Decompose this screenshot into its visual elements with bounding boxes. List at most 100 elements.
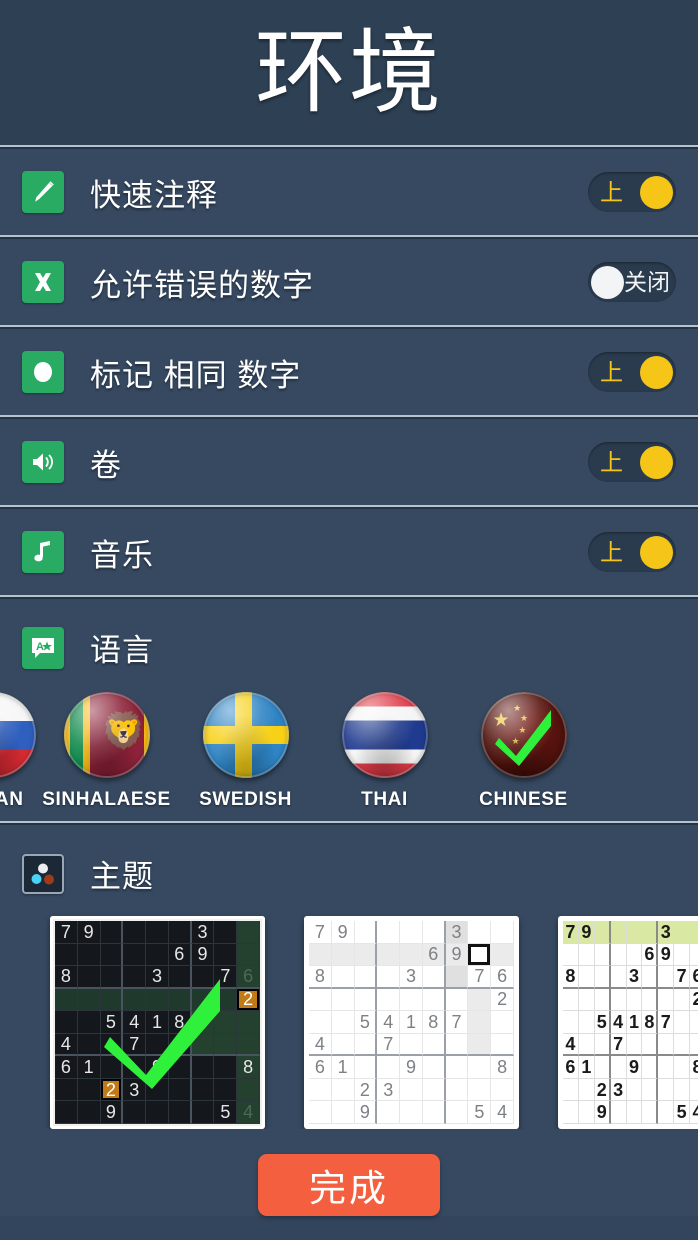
board-cell bbox=[594, 1033, 611, 1057]
board-cell bbox=[77, 943, 101, 967]
board-cell bbox=[594, 988, 611, 1012]
board-cell bbox=[642, 1101, 659, 1124]
toggle-knob[interactable] bbox=[640, 535, 673, 569]
board-cell bbox=[168, 1056, 192, 1079]
board-cell bbox=[214, 943, 238, 967]
theme-option-light[interactable]: 79369837625418747619823954 bbox=[304, 916, 519, 1129]
setting-row-mark-same-numbers[interactable]: 标记 相同 数字 上 bbox=[0, 329, 698, 415]
thai-flag-icon bbox=[341, 692, 428, 778]
toggle-knob[interactable] bbox=[591, 265, 624, 299]
toggle-quick-notes[interactable]: 上 bbox=[588, 172, 676, 212]
board-cell: 9 bbox=[77, 921, 101, 944]
board-cell bbox=[578, 966, 595, 989]
board-cell: 6 bbox=[237, 966, 260, 989]
board-cell bbox=[690, 921, 698, 944]
board-cell: 7 bbox=[123, 1033, 147, 1057]
board-cell bbox=[100, 966, 124, 989]
board-cell bbox=[55, 1101, 78, 1124]
board-cell bbox=[642, 921, 659, 944]
board-cell bbox=[626, 943, 643, 967]
toggle-mark-same-numbers[interactable]: 上 bbox=[588, 352, 676, 392]
setting-row-allow-wrong-numbers[interactable]: 允许错误的数字 关闭 bbox=[0, 239, 698, 325]
board-cell: 9 bbox=[191, 943, 215, 967]
board-cell bbox=[658, 1078, 675, 1102]
board-cell bbox=[468, 1033, 492, 1057]
board-cell bbox=[77, 966, 101, 989]
board-cell bbox=[100, 988, 124, 1012]
board-cell: 2 bbox=[237, 988, 260, 1012]
board-cell bbox=[445, 1033, 469, 1057]
board-cell bbox=[563, 1078, 579, 1102]
board-cell bbox=[191, 1101, 215, 1124]
board-cell bbox=[309, 943, 332, 967]
board-cell bbox=[422, 988, 446, 1012]
board-cell bbox=[594, 966, 611, 989]
board-cell bbox=[626, 1078, 643, 1102]
theme-list[interactable]: 79369837625418747619823954 7936983762541… bbox=[0, 902, 698, 1129]
board-cell: 3 bbox=[146, 966, 169, 989]
board-cell: 1 bbox=[146, 1011, 169, 1034]
board-cell bbox=[578, 988, 595, 1012]
board-cell bbox=[422, 1078, 446, 1102]
board-cell: 3 bbox=[191, 921, 215, 944]
board-cell bbox=[674, 1078, 691, 1102]
board-cell: 3 bbox=[445, 921, 469, 944]
board-cell bbox=[422, 1033, 446, 1057]
setting-row-volume[interactable]: 卷 上 bbox=[0, 419, 698, 505]
board-cell bbox=[468, 1011, 492, 1034]
board-cell bbox=[658, 1033, 675, 1057]
board-cell: 3 bbox=[123, 1078, 147, 1102]
board-cell bbox=[563, 1011, 579, 1034]
board-cell: 6 bbox=[309, 1056, 332, 1079]
toggle-volume[interactable]: 上 bbox=[588, 442, 676, 482]
toggle-knob[interactable] bbox=[640, 175, 673, 209]
language-item-thai[interactable]: THAI bbox=[315, 692, 454, 811]
board-cell bbox=[563, 943, 579, 967]
board-cell bbox=[123, 943, 147, 967]
board-cell: 1 bbox=[331, 1056, 355, 1079]
language-list[interactable]: SSIAN 🦁 SINHALAESE SWEDISH bbox=[0, 676, 698, 821]
board-cell: 5 bbox=[100, 1011, 124, 1034]
language-item-swedish[interactable]: SWEDISH bbox=[176, 692, 315, 811]
board-cell bbox=[309, 1011, 332, 1034]
board-cell bbox=[214, 1078, 238, 1102]
board-cell: 7 bbox=[468, 966, 492, 989]
board-cell bbox=[168, 921, 192, 944]
language-item-label: SWEDISH bbox=[199, 789, 292, 810]
board-cell bbox=[77, 988, 101, 1012]
selected-check-icon bbox=[494, 710, 551, 766]
x-mark-icon bbox=[22, 261, 64, 303]
board-cell: 4 bbox=[610, 1011, 627, 1034]
theme-section: 主题 79369837625418747619823954 7936983762… bbox=[0, 825, 698, 1216]
board-cell bbox=[445, 966, 469, 989]
board-cell: 7 bbox=[563, 921, 579, 944]
setting-row-quick-notes[interactable]: 快速注释 上 bbox=[0, 149, 698, 235]
board-cell bbox=[237, 1011, 260, 1034]
toggle-allow-wrong-numbers[interactable]: 关闭 bbox=[588, 262, 676, 302]
board-cell: 4 bbox=[690, 1101, 698, 1124]
board-cell: 4 bbox=[123, 1011, 147, 1034]
toggle-knob[interactable] bbox=[640, 445, 673, 479]
board-cell bbox=[468, 921, 492, 944]
language-item-sinhalaese[interactable]: 🦁 SINHALAESE bbox=[37, 692, 176, 811]
board-cell: 8 bbox=[309, 966, 332, 989]
board-cell bbox=[237, 1033, 260, 1057]
board-cell bbox=[168, 988, 192, 1012]
toggle-knob[interactable] bbox=[640, 355, 673, 389]
board-cell: 9 bbox=[400, 1056, 423, 1079]
board-cell bbox=[422, 1056, 446, 1079]
board-cell: 7 bbox=[191, 1011, 215, 1034]
setting-row-music[interactable]: 音乐 上 bbox=[0, 509, 698, 595]
theme-option-dark[interactable]: 79369837625418747619823954 bbox=[50, 916, 265, 1129]
toggle-music[interactable]: 上 bbox=[588, 532, 676, 572]
board-cell: 4 bbox=[237, 1101, 260, 1124]
board-cell bbox=[658, 1101, 675, 1124]
language-item-chinese[interactable]: ★ ★ ★ ★ ★ CHINESE bbox=[454, 692, 593, 811]
board-cell bbox=[445, 1056, 469, 1079]
language-item-russian[interactable]: SSIAN bbox=[0, 692, 37, 811]
board-cell bbox=[377, 966, 401, 989]
board-cell bbox=[100, 943, 124, 967]
done-button[interactable]: 完成 bbox=[258, 1154, 440, 1216]
theme-option-white[interactable]: 79369837625418747619823954 bbox=[558, 916, 698, 1129]
board-cell bbox=[146, 943, 169, 967]
